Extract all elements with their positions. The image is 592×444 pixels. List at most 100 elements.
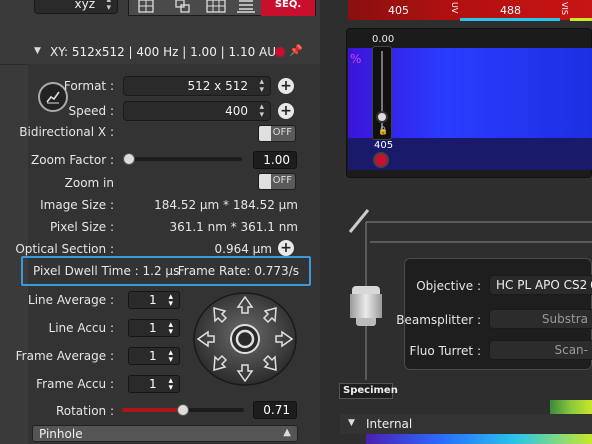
laser-405-power-button[interactable] bbox=[373, 152, 389, 168]
pixel-dwell-time: Pixel Dwell Time : 1.2 µs bbox=[33, 264, 180, 278]
lock-icon[interactable]: 🔒 bbox=[378, 126, 388, 135]
zoom-factor-slider-track[interactable] bbox=[126, 157, 242, 161]
image-size-label: Image Size : bbox=[40, 198, 114, 212]
pinhole-section-header[interactable]: Pinhole ▲ bbox=[32, 425, 298, 442]
vis-label: VIS bbox=[560, 2, 569, 15]
frame-rate: Frame Rate: 0.773/s bbox=[177, 264, 299, 278]
pin-icon[interactable]: 📌 bbox=[289, 44, 303, 57]
bidirectional-state: OFF bbox=[272, 127, 292, 138]
format-value: 512 x 512 bbox=[187, 79, 248, 93]
laser-intensity-value: 0.00 bbox=[372, 34, 395, 45]
collapse-up-icon[interactable]: ▲ bbox=[283, 427, 291, 438]
dwell-time-highlight: Pixel Dwell Time : 1.2 µs Frame Rate: 0.… bbox=[21, 256, 311, 286]
emission-band-indicator bbox=[550, 400, 592, 414]
grid-overlay-icon bbox=[138, 0, 154, 13]
zoom-factor-label: Zoom Factor : bbox=[31, 153, 114, 167]
zoom-factor-slider-knob[interactable] bbox=[123, 153, 135, 165]
bidirectional-toggle[interactable]: OFF bbox=[258, 125, 296, 142]
rotation-slider-track[interactable] bbox=[182, 408, 244, 412]
beamsplitter-dropdown[interactable]: Substra bbox=[489, 309, 592, 329]
zoom-factor-input[interactable]: 1.00 bbox=[253, 151, 297, 169]
collapse-triangle-icon[interactable]: ▼ bbox=[34, 46, 41, 56]
laser-488-label: 488 bbox=[500, 4, 521, 17]
objective-dropdown[interactable]: HC PL APO CS2 6 bbox=[489, 275, 592, 295]
fluo-turret-value: Scan- bbox=[554, 343, 588, 357]
grid-view-button[interactable] bbox=[133, 0, 159, 14]
chevron-updown-icon: ▴ ▾ bbox=[168, 348, 173, 365]
laser-405-channel-label: 405 bbox=[374, 140, 394, 151]
speed-dropdown[interactable]: 400 ▴ ▾ bbox=[123, 101, 271, 121]
pan-control-wheel[interactable] bbox=[192, 291, 298, 387]
line-accu-value: 1 bbox=[149, 321, 157, 335]
add-optical-section-button[interactable]: + bbox=[278, 240, 294, 256]
zoom-factor-value: 1.00 bbox=[263, 153, 290, 167]
zoom-in-toggle[interactable]: OFF bbox=[258, 173, 296, 190]
frame-accu-value: 1 bbox=[149, 377, 157, 391]
xy-panel-title: XY: 512x512 | 400 Hz | 1.00 | 1.10 AU bbox=[50, 45, 277, 59]
toggle-knob bbox=[259, 126, 271, 141]
speed-value: 400 bbox=[225, 104, 248, 118]
intensity-percent-label: % bbox=[350, 52, 362, 66]
tile-view-button[interactable] bbox=[169, 0, 195, 14]
pixel-size-label: Pixel Size : bbox=[49, 220, 114, 234]
pixel-size-value: 361.1 nm * 361.1 nm bbox=[169, 220, 298, 234]
list-view-button[interactable] bbox=[233, 0, 259, 14]
table-icon bbox=[206, 0, 226, 13]
view-toolbar: SEQ. bbox=[128, 0, 316, 16]
rotation-input[interactable]: 0.71 bbox=[253, 401, 297, 419]
objective-lens-icon[interactable] bbox=[348, 286, 384, 330]
tile-icon bbox=[175, 0, 190, 13]
table-view-button[interactable] bbox=[203, 0, 229, 14]
chevron-updown-icon: ▴ ▾ bbox=[106, 0, 111, 13]
frame-accu-label: Frame Accu : bbox=[36, 377, 114, 391]
scan-settings-panel: xyz ▴ ▾ SEQ. ▼ XY: 512x512 | 400 Hz | 1.0… bbox=[0, 0, 320, 444]
rotation-value: 0.71 bbox=[263, 403, 290, 417]
objective-label: Objective : bbox=[416, 279, 481, 293]
laser-intensity-slider[interactable]: 🔒 bbox=[372, 46, 392, 140]
line-average-spinner[interactable]: 1 ▴ ▾ bbox=[128, 291, 180, 309]
chevron-updown-icon: ▴ ▾ bbox=[168, 292, 173, 309]
uv-label: UV bbox=[450, 2, 459, 14]
line-accu-label: Line Accu : bbox=[48, 321, 114, 335]
slider-knob[interactable] bbox=[376, 111, 388, 123]
fluo-turret-label: Fluo Turret : bbox=[409, 344, 481, 358]
frame-accu-spinner[interactable]: 1 ▴ ▾ bbox=[128, 375, 180, 393]
xyz-mode-value: xyz bbox=[74, 0, 95, 11]
uv-range-bar bbox=[460, 18, 560, 21]
center-reset-icon[interactable] bbox=[230, 324, 260, 354]
beamsplitter-value: Substra bbox=[541, 312, 588, 326]
zoom-in-state: OFF bbox=[272, 175, 292, 186]
chart-up-icon bbox=[46, 91, 60, 104]
add-format-button[interactable]: + bbox=[278, 78, 294, 94]
laser-405-label: 405 bbox=[388, 4, 409, 17]
rotation-slider-knob[interactable] bbox=[177, 404, 189, 416]
chevron-updown-icon: ▴ ▾ bbox=[259, 77, 264, 95]
sequential-label: SEQ. bbox=[274, 0, 302, 10]
objective-value: HC PL APO CS2 bbox=[496, 278, 588, 292]
frame-average-label: Frame Average : bbox=[15, 349, 114, 363]
chevron-updown-icon: ▴ ▾ bbox=[259, 102, 264, 120]
sequential-button[interactable]: SEQ. bbox=[261, 0, 315, 16]
line-accu-spinner[interactable]: 1 ▴ ▾ bbox=[128, 319, 180, 337]
rotation-slider-fill bbox=[122, 408, 182, 412]
vis-range-bar bbox=[570, 18, 592, 21]
xyz-mode-dropdown[interactable]: xyz ▴ ▾ bbox=[34, 0, 118, 14]
xy-panel-header[interactable]: ▼ XY: 512x512 | 400 Hz | 1.00 | 1.10 AU … bbox=[0, 40, 320, 65]
format-dropdown[interactable]: 512 x 512 ▴ ▾ bbox=[123, 76, 271, 96]
format-label: Format : bbox=[63, 79, 114, 93]
frame-average-spinner[interactable]: 1 ▴ ▾ bbox=[128, 347, 180, 365]
collapse-triangle-icon[interactable]: ▼ bbox=[348, 418, 355, 428]
specimen-label: Specimen bbox=[343, 385, 398, 396]
internal-section-header[interactable]: ▼ Internal bbox=[340, 414, 592, 434]
fluo-turret-dropdown[interactable]: Scan- bbox=[489, 340, 592, 360]
list-align-icon bbox=[237, 0, 255, 13]
optical-section-value: 0.964 µm bbox=[214, 242, 273, 256]
add-speed-button[interactable]: + bbox=[278, 103, 294, 119]
laser-line-bar[interactable] bbox=[348, 0, 592, 20]
zoom-in-label: Zoom in bbox=[64, 176, 114, 190]
optical-section-label: Optical Section : bbox=[15, 242, 114, 256]
image-size-value: 184.52 µm * 184.52 µm bbox=[154, 198, 298, 212]
chevron-updown-icon: ▴ ▾ bbox=[168, 320, 173, 337]
chevron-updown-icon: ▴ ▾ bbox=[168, 376, 173, 393]
info-icon[interactable] bbox=[275, 47, 285, 57]
